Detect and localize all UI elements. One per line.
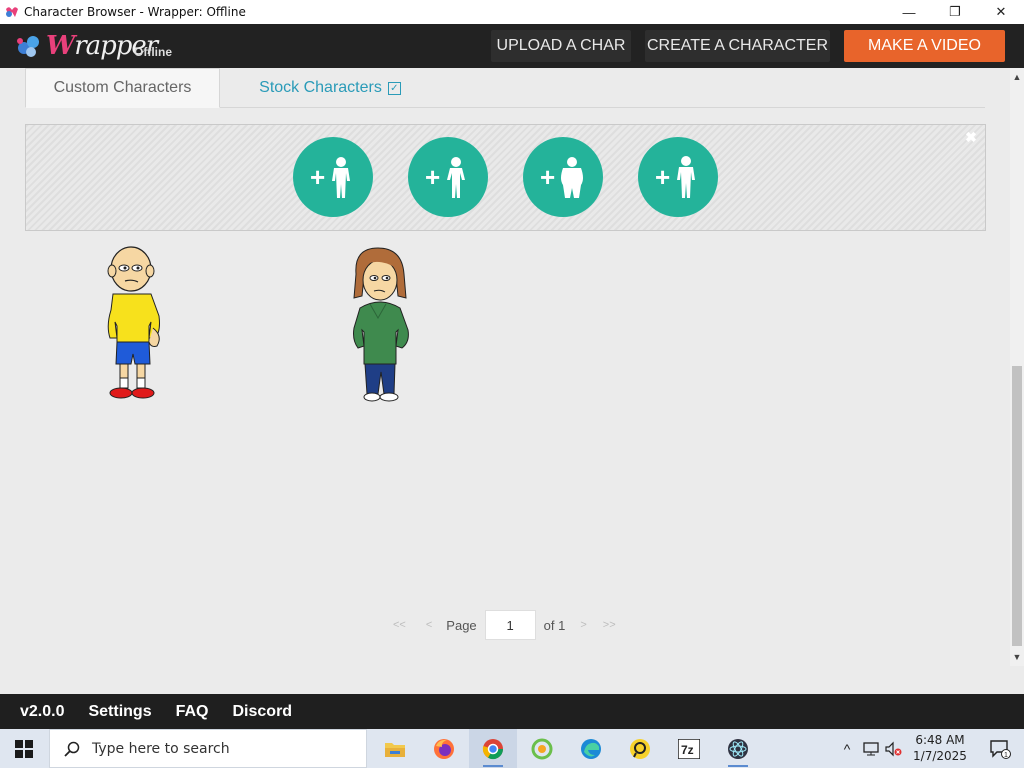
settings-link[interactable]: Settings <box>88 703 151 721</box>
version-label: v2.0.0 <box>20 702 65 720</box>
add-slim-character-button[interactable]: + <box>408 137 488 217</box>
windows-taskbar: Type here to search 7z ^ 6:48 AM 1/7/202… <box>0 729 1024 768</box>
search-placeholder: Type here to search <box>92 740 230 757</box>
green-circle-app-icon <box>531 738 553 759</box>
folder-icon <box>385 742 405 757</box>
page-number-input[interactable]: 1 <box>484 610 536 640</box>
svg-text:+: + <box>310 162 325 192</box>
page-total-label: of 1 <box>543 617 566 633</box>
svg-text:+: + <box>540 162 555 192</box>
wrapper-logo[interactable]: Wrapper Offline <box>16 29 181 63</box>
first-page-button[interactable]: << <box>393 619 406 631</box>
logo-offline: Offline <box>134 45 172 59</box>
character-card-brown-hair[interactable] <box>350 246 414 411</box>
svg-text:+: + <box>425 162 440 192</box>
character-card-bald[interactable] <box>105 246 169 411</box>
7zip-icon: 7z <box>678 738 700 759</box>
taskbar-file-explorer[interactable] <box>371 729 419 768</box>
next-page-button[interactable]: > <box>580 619 586 631</box>
character-browser-content: Custom Characters Stock Characters ✓ ✖ +… <box>0 68 1010 666</box>
make-video-button[interactable]: MAKE A VIDEO <box>844 30 1005 62</box>
panel-close-icon[interactable]: ✖ <box>964 130 978 144</box>
checkbox-icon: ✓ <box>387 81 401 95</box>
bald-character-figure <box>107 246 160 399</box>
scrollbar-thumb[interactable] <box>1012 366 1022 646</box>
page-label: Page <box>446 617 477 633</box>
window-title: Character Browser - Wrapper: Offline <box>24 5 246 19</box>
taskbar-firefox[interactable] <box>420 729 468 768</box>
close-button[interactable]: ✕ <box>978 0 1024 24</box>
svg-text:7z: 7z <box>681 743 694 757</box>
maximize-button[interactable]: ❐ <box>932 0 978 24</box>
create-character-button[interactable]: CREATE A CHARACTER <box>645 30 830 62</box>
taskbar-edge[interactable] <box>567 729 615 768</box>
scroll-down-icon[interactable]: ▼ <box>1010 650 1024 664</box>
add-slim-body-icon: + <box>425 157 465 198</box>
add-long-body-icon: + <box>655 156 695 198</box>
window-titlebar: Character Browser - Wrapper: Offline — ❐… <box>0 0 1024 24</box>
system-tray: ^ <box>838 729 902 768</box>
taskbar-search-box[interactable]: Type here to search <box>49 729 367 768</box>
scroll-up-icon[interactable]: ▲ <box>1010 70 1024 84</box>
clock-date: 1/7/2025 <box>913 749 967 763</box>
notification-count: 1 <box>1004 752 1008 759</box>
windows-icon <box>15 739 33 758</box>
edge-icon <box>581 738 601 759</box>
logo-icon <box>17 36 39 57</box>
pagination: << < Page 1 of 1 > >> <box>393 610 616 640</box>
taskbar-clock[interactable]: 6:48 AM 1/7/2025 <box>910 732 970 764</box>
discord-link[interactable]: Discord <box>233 703 293 721</box>
show-hidden-icons-icon[interactable]: ^ <box>838 741 856 757</box>
notification-icon: 1 <box>990 739 1011 759</box>
chrome-wrapper-icon <box>482 738 504 759</box>
brown-hair-character-figure <box>353 247 409 402</box>
yellow-chat-app-icon <box>630 738 650 759</box>
prev-page-button[interactable]: < <box>426 619 432 631</box>
svg-text:+: + <box>655 162 670 192</box>
tab-stock-label: Stock Characters <box>259 79 382 96</box>
taskbar-yellow-app[interactable] <box>616 729 664 768</box>
taskbar-electron-app[interactable] <box>714 729 762 768</box>
add-long-character-button[interactable]: + <box>638 137 718 217</box>
add-heavy-body-icon: + <box>540 157 583 198</box>
tab-custom-characters[interactable]: Custom Characters <box>25 68 220 108</box>
firefox-icon <box>434 738 454 759</box>
taskbar-wrapper-offline[interactable] <box>469 729 517 768</box>
add-standard-character-button[interactable]: + <box>293 137 373 217</box>
vertical-scrollbar[interactable]: ▲ ▼ <box>1010 68 1024 666</box>
logo-w: W <box>46 31 75 61</box>
app-footer: v2.0.0 Settings FAQ Discord <box>0 694 1024 729</box>
network-icon[interactable] <box>862 741 880 757</box>
character-tabs: Custom Characters Stock Characters ✓ <box>25 68 985 108</box>
add-character-panel: ✖ + + + + <box>25 124 986 231</box>
wrapper-app-icon <box>6 7 18 17</box>
volume-muted-icon[interactable] <box>884 741 902 757</box>
clock-time: 6:48 AM <box>915 733 965 747</box>
last-page-button[interactable]: >> <box>603 619 616 631</box>
electron-icon <box>728 738 748 759</box>
taskbar-7zip[interactable]: 7z <box>665 729 713 768</box>
search-icon <box>64 741 80 757</box>
minimize-button[interactable]: — <box>886 0 932 24</box>
tab-stock-characters[interactable]: Stock Characters ✓ <box>240 68 420 108</box>
taskbar-app-green[interactable] <box>518 729 566 768</box>
add-standard-body-icon: + <box>310 157 350 198</box>
upload-char-button[interactable]: UPLOAD A CHAR <box>491 30 631 62</box>
add-heavy-character-button[interactable]: + <box>523 137 603 217</box>
faq-link[interactable]: FAQ <box>176 703 209 721</box>
start-button[interactable] <box>0 729 48 768</box>
action-center-button[interactable]: 1 <box>976 729 1024 768</box>
